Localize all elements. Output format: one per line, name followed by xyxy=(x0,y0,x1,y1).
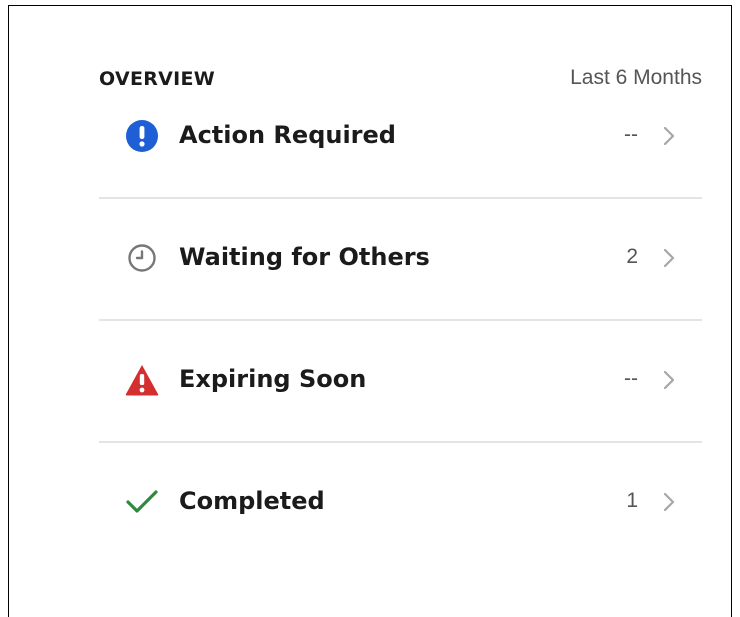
overview-item-expiring-soon[interactable]: Expiring Soon -- xyxy=(99,321,702,443)
overview-header: OVERVIEW Last 6 Months xyxy=(99,58,702,102)
warning-triangle-icon xyxy=(123,361,161,399)
item-count: -- xyxy=(624,367,638,390)
overview-item-waiting-for-others[interactable]: Waiting for Others 2 xyxy=(99,199,702,321)
item-label: Expiring Soon xyxy=(179,365,367,393)
overview-item-action-required[interactable]: Action Required -- xyxy=(99,102,702,199)
item-label: Waiting for Others xyxy=(179,243,430,271)
item-count: -- xyxy=(624,123,638,146)
overview-item-completed[interactable]: Completed 1 xyxy=(99,443,702,565)
chevron-right-icon xyxy=(660,369,678,391)
checkmark-icon xyxy=(123,483,161,521)
item-count: 1 xyxy=(626,489,638,512)
item-label: Action Required xyxy=(179,121,396,149)
chevron-right-icon xyxy=(660,491,678,513)
overview-panel: OVERVIEW Last 6 Months Action Required -… xyxy=(99,58,702,565)
clock-icon xyxy=(123,239,161,277)
chevron-right-icon xyxy=(660,125,678,147)
exclamation-circle-icon xyxy=(123,117,161,155)
item-count: 2 xyxy=(626,245,638,268)
item-label: Completed xyxy=(179,487,325,515)
overview-title: OVERVIEW xyxy=(99,68,216,90)
chevron-right-icon xyxy=(660,247,678,269)
period-label: Last 6 Months xyxy=(570,66,702,89)
